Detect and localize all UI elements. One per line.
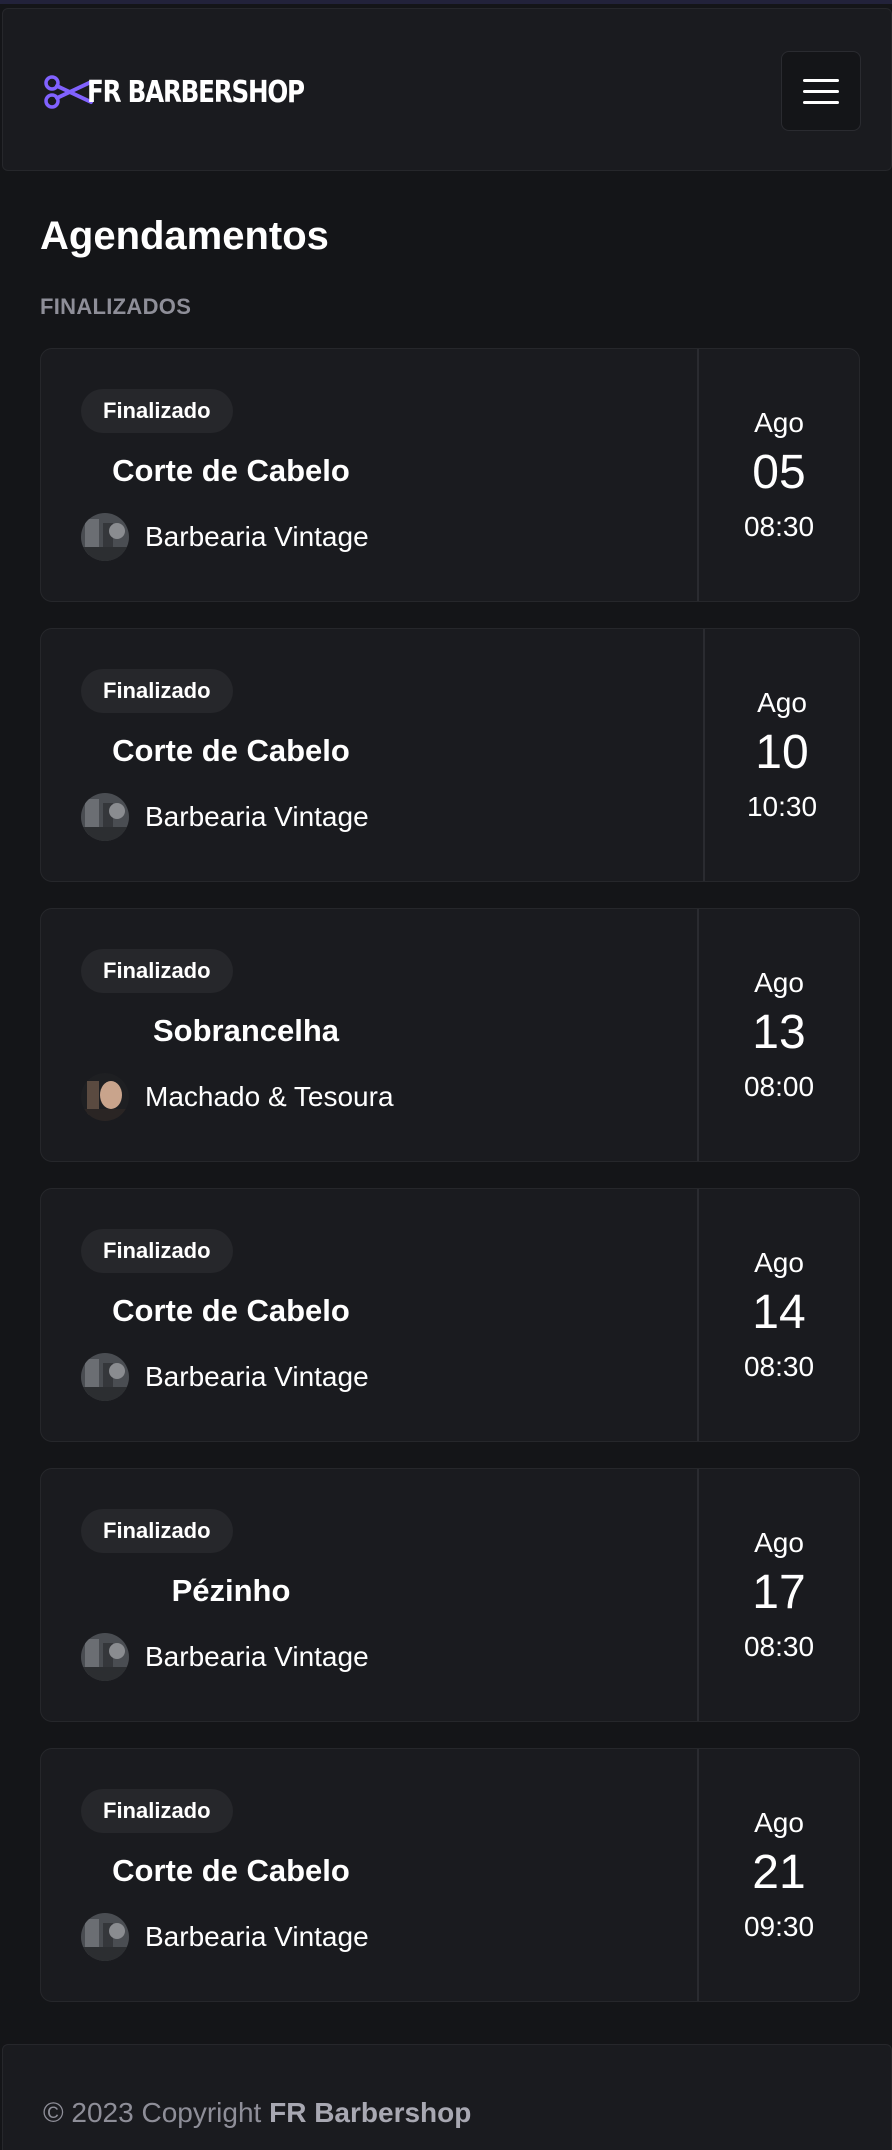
scissors-icon xyxy=(44,75,93,109)
header: FR BARBERSHOP xyxy=(2,8,892,171)
booking-month: Ago xyxy=(754,407,804,438)
avatar xyxy=(81,1633,129,1681)
footer: © 2023 Copyright FR Barbershop xyxy=(2,2044,892,2150)
page-title: Agendamentos xyxy=(40,214,329,258)
shop-info: Barbearia Vintage xyxy=(81,1353,369,1401)
booking-details: Finalizado Corte de Cabelo Barbearia Vin… xyxy=(41,1749,699,2001)
logo-text: FR BARBERSHOP xyxy=(87,74,305,110)
status-badge: Finalizado xyxy=(81,1229,233,1273)
booking-time: 08:30 xyxy=(743,1351,815,1382)
booking-date: Ago 21 09:30 xyxy=(699,1749,859,2001)
shop-name: Barbearia Vintage xyxy=(145,521,369,552)
shop-name: Barbearia Vintage xyxy=(145,1641,369,1672)
booking-card[interactable]: Finalizado Corte de Cabelo Barbearia Vin… xyxy=(40,1748,860,2002)
booking-date: Ago 05 08:30 xyxy=(699,349,859,601)
status-badge: Finalizado xyxy=(81,1509,233,1553)
booking-card[interactable]: Finalizado Corte de Cabelo Barbearia Vin… xyxy=(40,1188,860,1442)
shop-info: Barbearia Vintage xyxy=(81,1633,369,1681)
service-name: Sobrancelha xyxy=(152,1013,340,1048)
booking-day: 17 xyxy=(752,1566,806,1619)
footer-copyright: © 2023 Copyright FR Barbershop xyxy=(43,2097,471,2129)
booking-day: 10 xyxy=(755,726,809,779)
booking-date: Ago 13 08:00 xyxy=(699,909,859,1161)
booking-details: Finalizado Corte de Cabelo Barbearia Vin… xyxy=(41,1189,699,1441)
footer-brand: FR Barbershop xyxy=(269,2097,472,2128)
section-label: FINALIZADOS xyxy=(40,294,192,319)
hamburger-menu-icon-line xyxy=(803,100,839,104)
booking-day: 13 xyxy=(752,1006,806,1059)
booking-card[interactable]: Finalizado Corte de Cabelo Barbearia Vin… xyxy=(40,348,860,602)
menu-button[interactable] xyxy=(781,51,861,131)
avatar xyxy=(81,513,129,561)
booking-date: Ago 14 08:30 xyxy=(699,1189,859,1441)
shop-info: Barbearia Vintage xyxy=(81,1913,369,1961)
booking-month: Ago xyxy=(754,1807,804,1838)
booking-card[interactable]: Finalizado Sobrancelha Machado & Tesoura xyxy=(40,908,860,1162)
booking-day: 05 xyxy=(752,446,806,499)
booking-details: Finalizado Corte de Cabelo Barbearia Vin… xyxy=(41,349,699,601)
booking-month: Ago xyxy=(754,1247,804,1278)
shop-name: Barbearia Vintage xyxy=(145,801,369,832)
booking-details: Finalizado Corte de Cabelo Barbearia Vin… xyxy=(41,629,705,881)
avatar xyxy=(81,1353,129,1401)
booking-month: Ago xyxy=(754,967,804,998)
booking-time: 08:30 xyxy=(743,511,815,542)
booking-time: 10:30 xyxy=(746,791,818,822)
booking-card[interactable]: Finalizado Pézinho Barbearia Vintage Ago… xyxy=(40,1468,860,1722)
copyright-text: © 2023 Copyright xyxy=(43,2097,262,2128)
booking-details: Finalizado Sobrancelha Machado & Tesoura xyxy=(41,909,699,1161)
service-name: Corte de Cabelo xyxy=(112,1293,350,1328)
booking-day: 14 xyxy=(752,1286,806,1339)
booking-details: Finalizado Pézinho Barbearia Vintage xyxy=(41,1469,699,1721)
shop-name: Barbearia Vintage xyxy=(145,1361,369,1392)
status-badge: Finalizado xyxy=(81,949,233,993)
page: FR BARBERSHOP Agendamentos FINALIZADOS F… xyxy=(0,0,892,2150)
booking-month: Ago xyxy=(757,687,807,718)
booking-time: 09:30 xyxy=(743,1911,815,1942)
shop-info: Barbearia Vintage xyxy=(81,513,369,561)
service-name: Corte de Cabelo xyxy=(112,1853,350,1888)
booking-date: Ago 17 08:30 xyxy=(699,1469,859,1721)
shop-name: Machado & Tesoura xyxy=(145,1081,394,1112)
shop-name: Barbearia Vintage xyxy=(145,1921,369,1952)
booking-time: 08:30 xyxy=(743,1631,815,1662)
status-badge: Finalizado xyxy=(81,669,233,713)
booking-date: Ago 10 10:30 xyxy=(705,629,859,881)
service-name: Pézinho xyxy=(171,1573,291,1608)
status-badge: Finalizado xyxy=(81,1789,233,1833)
booking-time: 08:00 xyxy=(743,1071,815,1102)
shop-info: Barbearia Vintage xyxy=(81,793,369,841)
avatar xyxy=(81,1073,129,1121)
logo[interactable]: FR BARBERSHOP xyxy=(43,69,351,115)
booking-list: Finalizado Corte de Cabelo Barbearia Vin… xyxy=(40,348,860,2028)
status-badge: Finalizado xyxy=(81,389,233,433)
service-name: Corte de Cabelo xyxy=(112,733,350,768)
avatar xyxy=(81,793,129,841)
booking-day: 21 xyxy=(752,1846,806,1899)
hamburger-menu-icon-line xyxy=(803,89,839,93)
avatar xyxy=(81,1913,129,1961)
hamburger-menu-icon xyxy=(803,78,839,82)
booking-month: Ago xyxy=(754,1527,804,1558)
service-name: Corte de Cabelo xyxy=(112,453,350,488)
shop-info: Machado & Tesoura xyxy=(81,1073,394,1121)
booking-card[interactable]: Finalizado Corte de Cabelo Barbearia Vin… xyxy=(40,628,860,882)
